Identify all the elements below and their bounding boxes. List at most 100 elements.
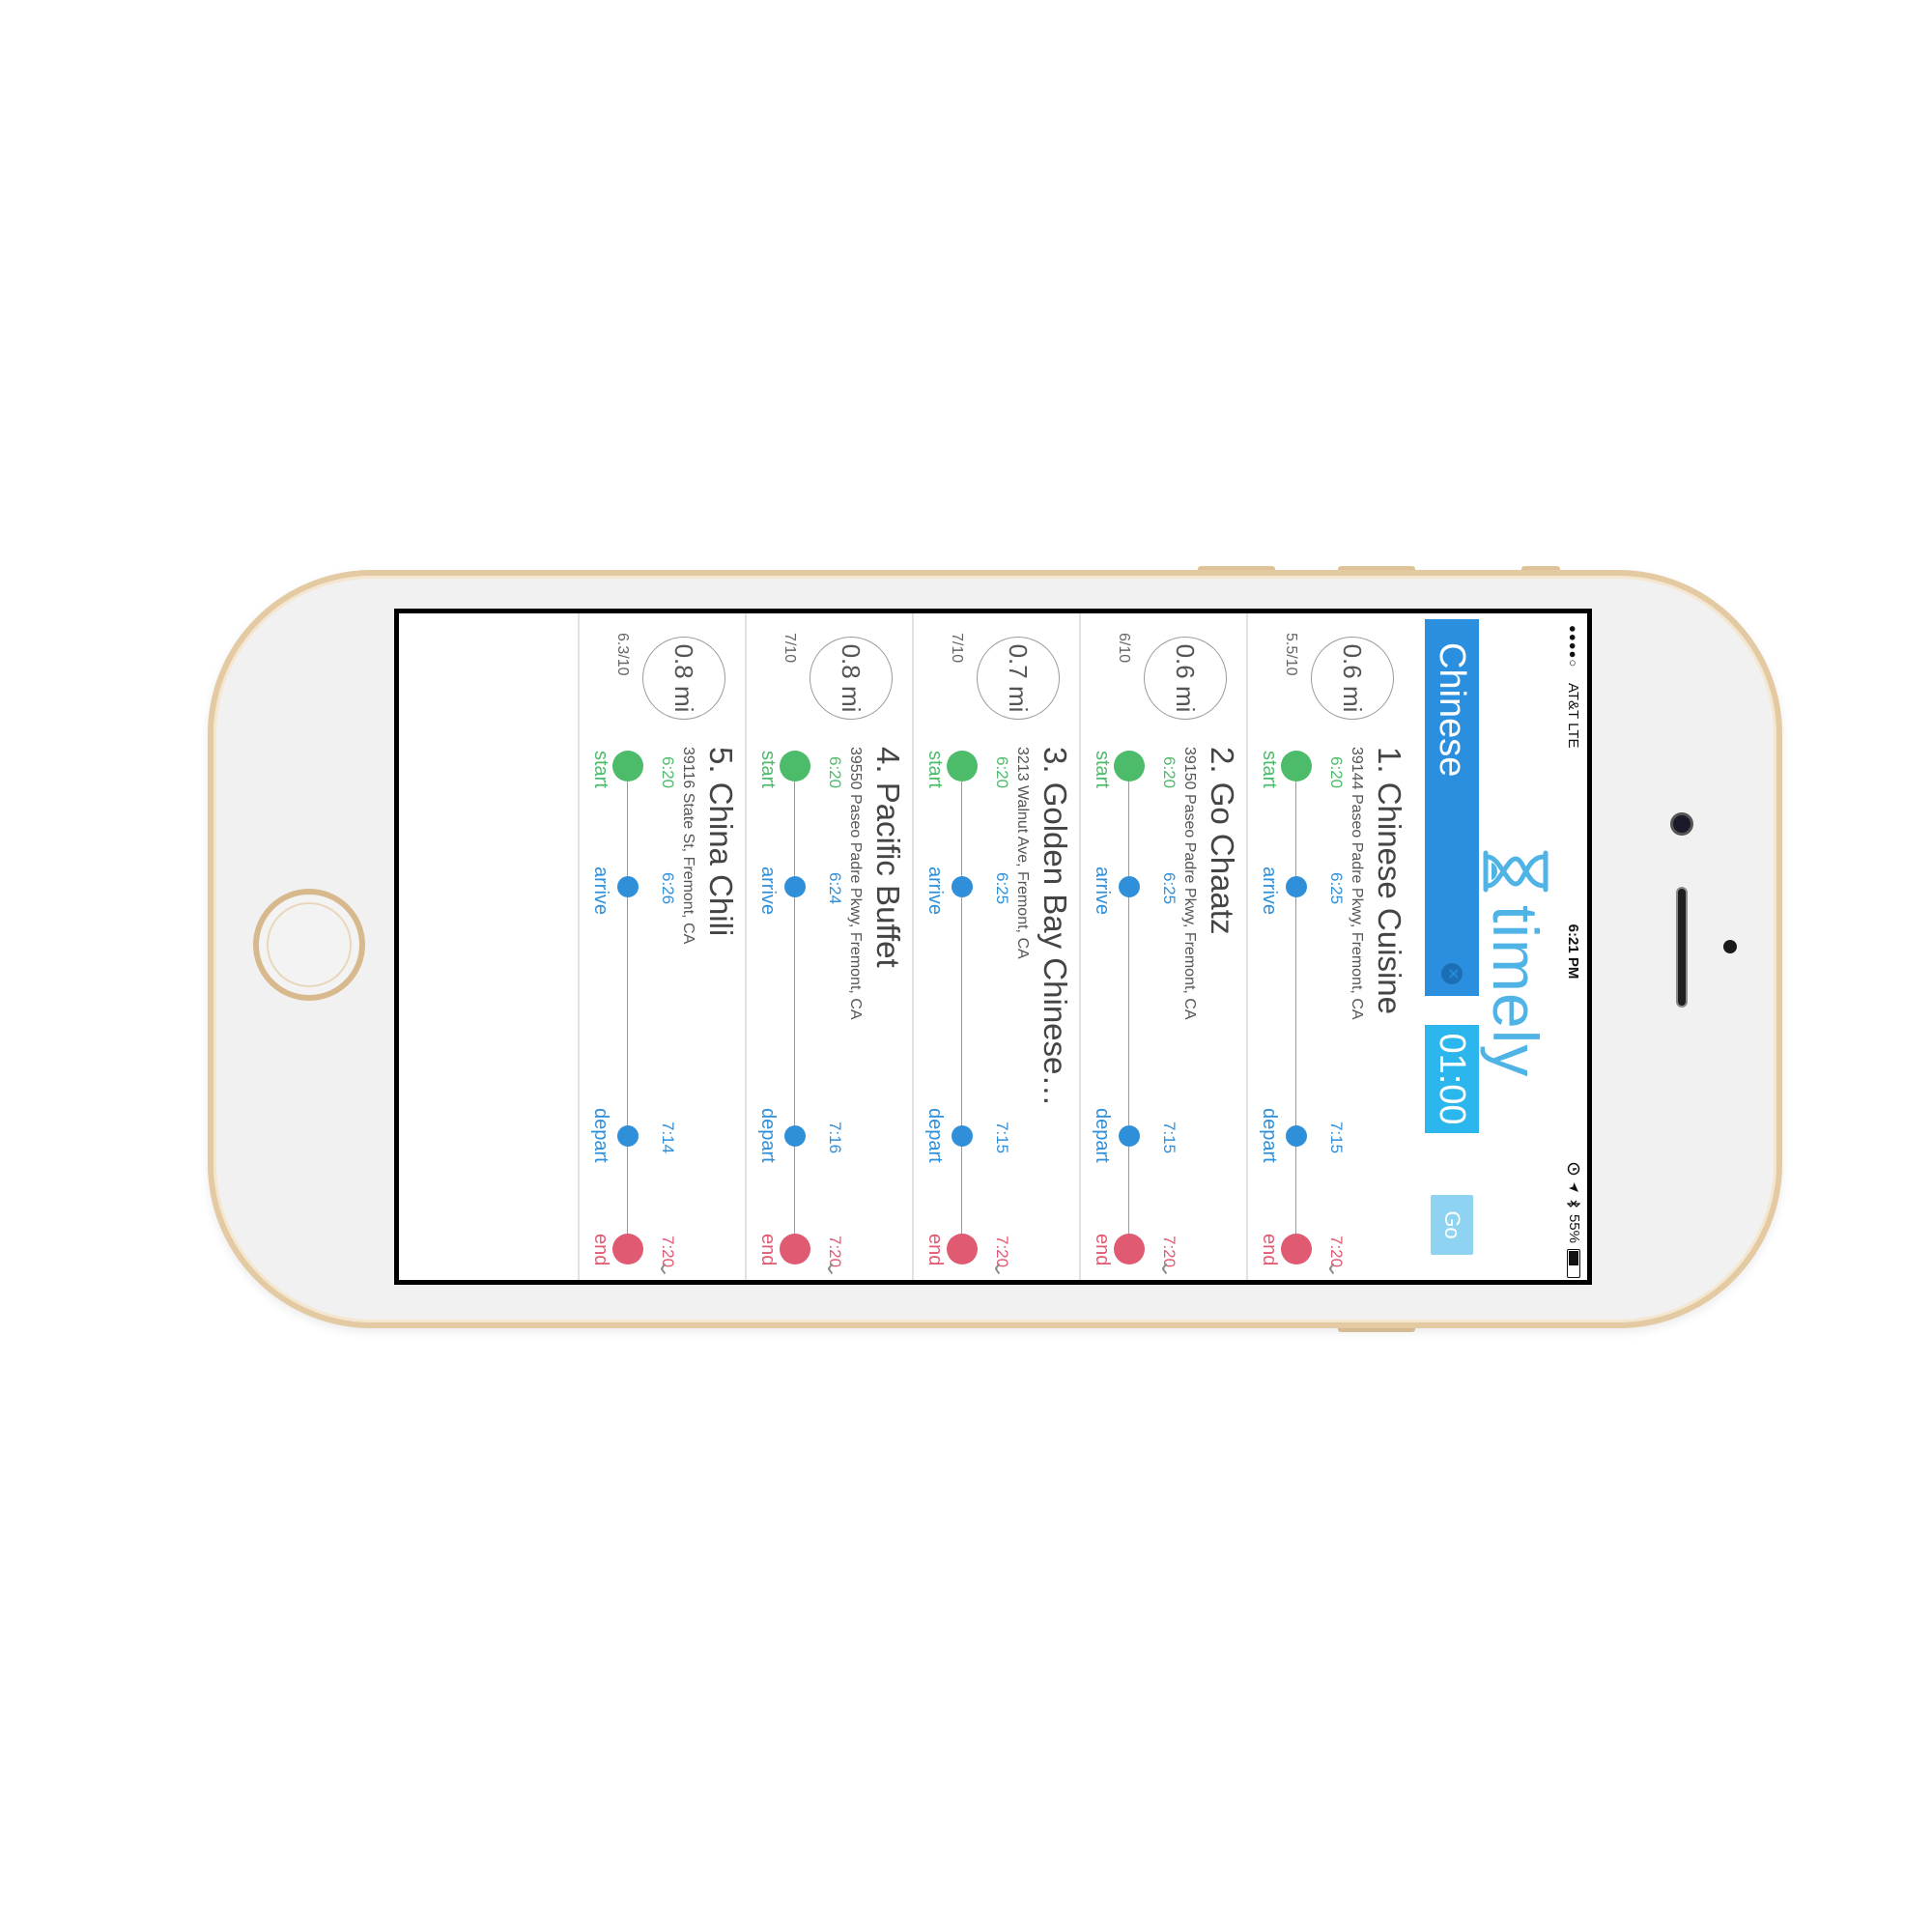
app-logo: timely: [1473, 845, 1558, 1077]
arrive-time: 6:25: [1160, 872, 1179, 905]
depart-time: 7:14: [659, 1122, 677, 1154]
schedule-timeline: 6:20 6:25 7:15 7:20 start arrive depart end: [1082, 747, 1179, 1267]
start-label: start: [1259, 751, 1280, 788]
timeline-track: [1128, 768, 1129, 1261]
status-right-group: 55%: [1566, 1162, 1582, 1278]
chevron-down-icon[interactable]: ⌄: [1156, 1258, 1180, 1280]
end-label: end: [924, 1234, 946, 1266]
depart-label: depart: [757, 1108, 779, 1163]
restaurant-address: 39144 Paseo Padre Pkwy, Fremont, CA: [1349, 747, 1365, 1020]
rating-label: 5.5/10: [1283, 633, 1299, 676]
rating-label: 6.3/10: [614, 633, 631, 676]
alarm-icon: [1568, 1162, 1580, 1176]
list-item[interactable]: 0.8 mi 7/10 4. Pacific Buffet 39550 Paseo P…: [745, 613, 912, 1280]
proximity-sensor: [1723, 940, 1737, 953]
restaurant-name[interactable]: 3. Golden Bay Chinese…: [1037, 747, 1073, 1230]
start-dot: [1114, 751, 1145, 781]
start-time: 6:20: [659, 756, 677, 789]
rating-label: 7/10: [949, 633, 965, 664]
clear-chip-icon[interactable]: ✕: [1441, 963, 1463, 984]
restaurant-address: 39116 State St, Fremont, CA: [680, 747, 696, 945]
depart-time: 7:15: [1327, 1122, 1346, 1154]
depart-label: depart: [1092, 1108, 1113, 1163]
start-time: 6:20: [1160, 756, 1179, 789]
end-dot: [947, 1234, 978, 1264]
schedule-timeline: 6:20 6:25 7:15 7:20 start arrive depart end: [1249, 747, 1346, 1267]
home-button[interactable]: [253, 889, 365, 1001]
end-label: end: [757, 1234, 779, 1266]
search-chip-label: Chinese: [1432, 642, 1472, 778]
restaurant-name[interactable]: 1. Chinese Cuisine: [1371, 747, 1407, 1230]
start-dot: [612, 751, 643, 781]
restaurant-address: 39550 Paseo Padre Pkwy, Fremont, CA: [847, 747, 864, 1020]
restaurant-name[interactable]: 2. Go Chaatz: [1204, 747, 1240, 1230]
arrive-dot: [784, 876, 806, 897]
depart-label: depart: [924, 1108, 946, 1163]
distance-badge: 0.7 mi: [977, 637, 1060, 720]
chevron-down-icon[interactable]: ⌄: [822, 1258, 846, 1280]
depart-dot: [1286, 1125, 1307, 1147]
search-chip[interactable]: Chinese ✕: [1425, 619, 1479, 996]
hourglass-icon: [1483, 850, 1548, 893]
results-list: 0.6 mi 5.5/10 1. Chinese Cuisine 39144 Pase…: [578, 613, 1413, 1280]
restaurant-name[interactable]: 5. China Chili: [702, 747, 739, 1230]
restaurant-address: 3213 Walnut Ave, Fremont, CA: [1014, 747, 1031, 959]
end-dot: [612, 1234, 643, 1264]
chevron-down-icon[interactable]: ⌄: [1323, 1258, 1348, 1280]
depart-time: 7:15: [1160, 1122, 1179, 1154]
list-item[interactable]: 0.6 mi 6/10 2. Go Chaatz 39150 Paseo Padre …: [1079, 613, 1246, 1280]
list-item[interactable]: 0.8 mi 6.3/10 5. China Chili 39116 State St…: [578, 613, 745, 1280]
go-button[interactable]: Go: [1431, 1195, 1473, 1255]
start-time: 6:20: [826, 756, 844, 789]
distance-badge: 0.8 mi: [810, 637, 893, 720]
arrive-label: arrive: [757, 867, 779, 916]
arrive-time: 6:25: [1327, 872, 1346, 905]
timeline-track: [794, 768, 795, 1261]
front-camera-icon: [1670, 812, 1693, 836]
timeline-track: [961, 768, 962, 1261]
arrive-dot: [617, 876, 639, 897]
earpiece-speaker: [1676, 887, 1688, 1008]
distance-badge: 0.8 mi: [642, 637, 725, 720]
depart-dot: [1119, 1125, 1140, 1147]
end-dot: [780, 1234, 810, 1264]
arrive-time: 6:24: [826, 872, 844, 905]
depart-dot: [952, 1125, 973, 1147]
restaurant-name[interactable]: 4. Pacific Buffet: [869, 747, 906, 1230]
schedule-timeline: 6:20 6:26 7:14 7:20 start arrive depart end: [581, 747, 677, 1267]
depart-time: 7:15: [993, 1122, 1011, 1154]
start-dot: [947, 751, 978, 781]
arrive-dot: [1119, 876, 1140, 897]
start-label: start: [1092, 751, 1113, 788]
battery-percent: 55%: [1566, 1213, 1582, 1243]
end-label: end: [590, 1234, 611, 1266]
list-item[interactable]: 0.6 mi 5.5/10 1. Chinese Cuisine 39144 Pase…: [1246, 613, 1413, 1280]
chevron-down-icon[interactable]: ⌄: [655, 1258, 679, 1280]
end-dot: [1114, 1234, 1145, 1264]
search-row: Chinese ✕ 01:00 Go: [1425, 619, 1479, 1280]
arrive-label: arrive: [590, 867, 611, 916]
location-arrow-icon: [1569, 1181, 1579, 1192]
depart-dot: [784, 1125, 806, 1147]
start-time: 6:20: [1327, 756, 1346, 789]
arrive-time: 6:25: [993, 872, 1011, 905]
start-dot: [780, 751, 810, 781]
end-dot: [1281, 1234, 1312, 1264]
time-budget-field[interactable]: 01:00: [1425, 1025, 1479, 1133]
bluetooth-icon: [1567, 1200, 1581, 1208]
schedule-timeline: 6:20 6:25 7:15 7:20 start arrive depart end: [915, 747, 1011, 1267]
rating-label: 6/10: [1116, 633, 1132, 664]
status-bar: ●●●●○ AT&T LTE 6:21 PM 55%: [1558, 613, 1587, 1280]
start-label: start: [924, 751, 946, 788]
chevron-down-icon[interactable]: ⌄: [989, 1258, 1013, 1280]
schedule-timeline: 6:20 6:24 7:16 7:20 start arrive depart end: [748, 747, 844, 1267]
depart-time: 7:16: [826, 1122, 844, 1154]
depart-label: depart: [590, 1108, 611, 1163]
list-item[interactable]: 0.7 mi 7/10 3. Golden Bay Chinese… 3213 Wal…: [912, 613, 1079, 1280]
depart-label: depart: [1259, 1108, 1280, 1163]
start-label: start: [757, 751, 779, 788]
distance-badge: 0.6 mi: [1311, 637, 1394, 720]
arrive-dot: [952, 876, 973, 897]
arrive-label: arrive: [1092, 867, 1113, 916]
arrive-dot: [1286, 876, 1307, 897]
